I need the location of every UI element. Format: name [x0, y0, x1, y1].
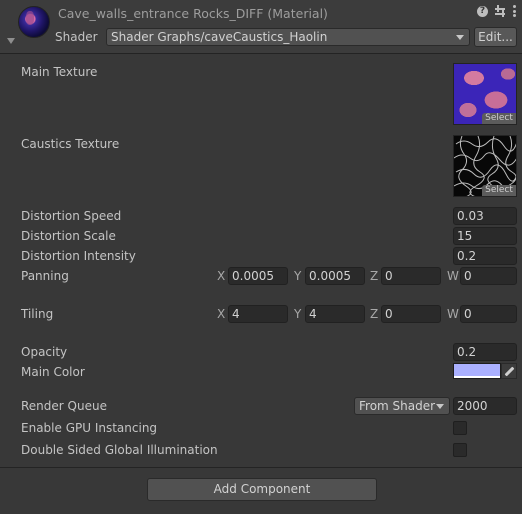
panning-x-axis-label: X [217, 269, 226, 283]
main-texture-select-button[interactable]: Select [482, 113, 516, 124]
render-queue-mode: From Shader [359, 399, 436, 413]
panning-w-axis-label: W [447, 269, 459, 283]
distortion-speed-label: Distortion Speed [21, 209, 122, 223]
main-color-swatch[interactable] [453, 363, 501, 379]
panning-z-axis-label: Z [370, 269, 379, 283]
double-sided-gi-checkbox[interactable] [453, 443, 467, 457]
double-sided-gi-label: Double Sided Global Illumination [21, 443, 218, 457]
render-queue-dropdown[interactable]: From Shader [354, 397, 450, 415]
panning-y-axis-label: Y [294, 269, 302, 283]
gpu-instancing-label: Enable GPU Instancing [21, 421, 158, 435]
render-queue-label: Render Queue [21, 399, 107, 413]
material-title: Cave_walls_entrance Rocks_DIFF (Material… [58, 6, 328, 21]
foldout-arrow-icon[interactable] [7, 38, 15, 44]
chevron-down-icon [456, 35, 464, 40]
presets-icon[interactable] [494, 5, 506, 17]
tiling-z-field[interactable]: 0 [381, 305, 441, 323]
main-texture-label: Main Texture [21, 65, 98, 79]
caustics-texture-label: Caustics Texture [21, 137, 120, 151]
tiling-w-axis-label: W [447, 307, 459, 321]
gpu-instancing-checkbox[interactable] [453, 421, 467, 435]
tiling-y-axis-label: Y [294, 307, 302, 321]
panning-label: Panning [21, 269, 69, 283]
caustics-texture-slot[interactable]: Select [453, 135, 517, 197]
caustics-texture-select-button[interactable]: Select [482, 185, 516, 196]
material-preview-icon [18, 6, 50, 38]
divider [0, 467, 522, 468]
material-header: Cave_walls_entrance Rocks_DIFF (Material… [0, 0, 522, 54]
opacity-label: Opacity [21, 345, 68, 359]
distortion-intensity-label: Distortion Intensity [21, 249, 136, 263]
opacity-field[interactable]: 0.2 [453, 343, 517, 361]
help-icon[interactable]: ? [477, 5, 488, 17]
tiling-x-axis-label: X [217, 307, 226, 321]
context-menu-icon[interactable] [512, 5, 516, 17]
header-icons: ? [477, 5, 516, 17]
distortion-speed-field[interactable]: 0.03 [453, 207, 517, 225]
eyedropper-icon[interactable] [501, 363, 517, 379]
shader-label: Shader [55, 30, 98, 44]
tiling-w-field[interactable]: 0 [460, 305, 517, 323]
distortion-scale-label: Distortion Scale [21, 229, 116, 243]
tiling-z-axis-label: Z [370, 307, 379, 321]
panning-x-field[interactable]: 0.0005 [228, 267, 288, 285]
main-color-label: Main Color [21, 365, 85, 379]
tiling-label: Tiling [21, 307, 54, 321]
distortion-scale-field[interactable]: 15 [453, 227, 517, 245]
panning-y-field[interactable]: 0.0005 [305, 267, 365, 285]
render-queue-field[interactable]: 2000 [453, 397, 517, 415]
chevron-down-icon [436, 404, 444, 409]
distortion-intensity-field[interactable]: 0.2 [453, 247, 517, 265]
add-component-button[interactable]: Add Component [147, 478, 377, 501]
tiling-x-field[interactable]: 4 [228, 305, 288, 323]
shader-value: Shader Graphs/caveCaustics_Haolin [111, 30, 328, 44]
shader-dropdown[interactable]: Shader Graphs/caveCaustics_Haolin [106, 28, 470, 46]
edit-shader-button[interactable]: Edit... [474, 27, 517, 47]
panning-w-field[interactable]: 0 [460, 267, 517, 285]
tiling-y-field[interactable]: 4 [305, 305, 365, 323]
panning-z-field[interactable]: 0 [381, 267, 441, 285]
main-texture-slot[interactable]: Select [453, 63, 517, 125]
